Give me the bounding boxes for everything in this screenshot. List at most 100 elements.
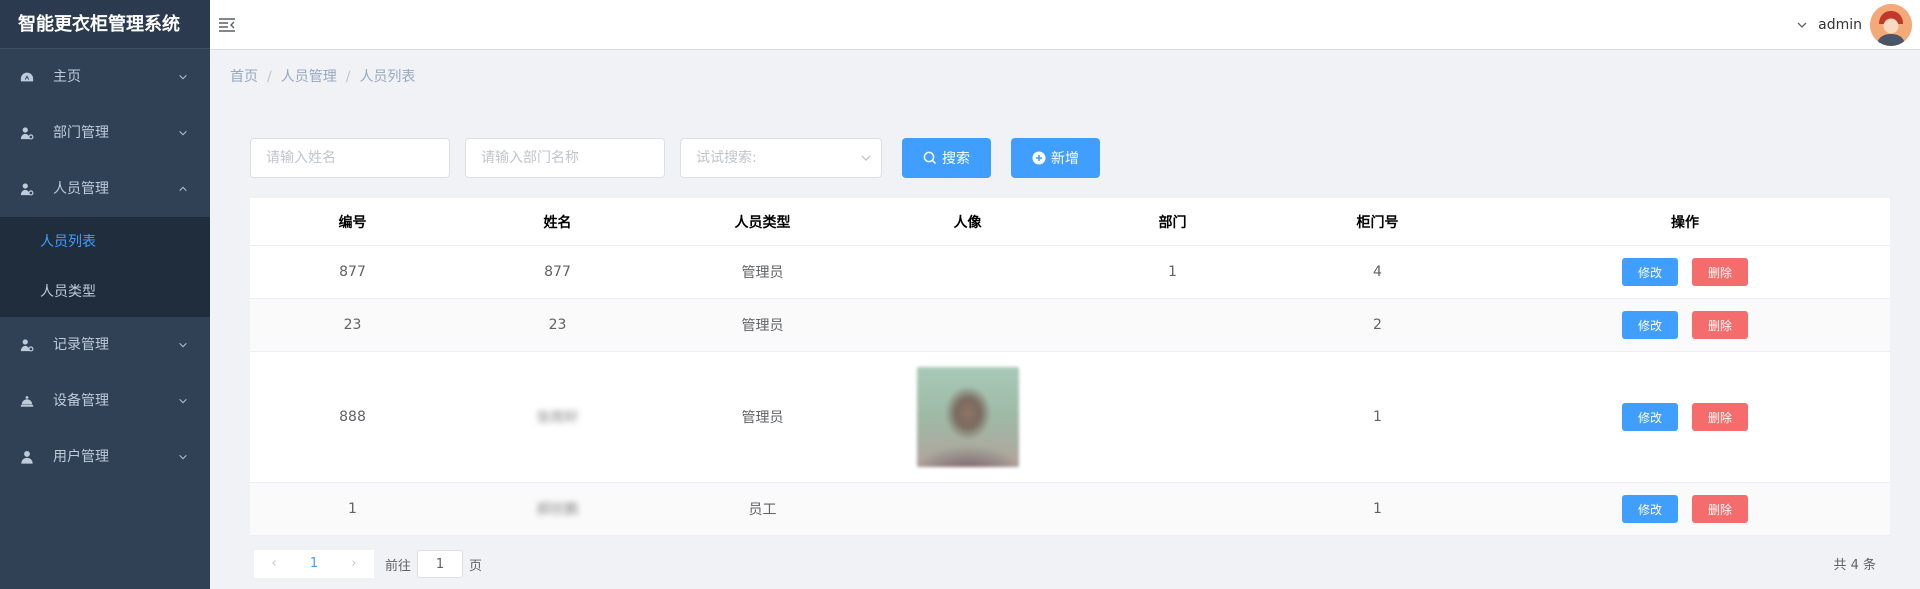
personnel-submenu: 人员列表 人员类型 (0, 217, 210, 317)
edit-button[interactable]: 修改 (1622, 258, 1678, 286)
total-count: 共 4 条 (1833, 558, 1876, 573)
prev-page-button[interactable]: ‹ (254, 550, 294, 578)
delete-button[interactable]: 删除 (1692, 495, 1748, 523)
add-button[interactable]: 新增 (1011, 138, 1100, 178)
table-row: 23 23 管理员 2 修改 删除 (250, 299, 1890, 352)
blurred-name: 张雨轩 (536, 410, 579, 426)
cell-name: 郝欣鹏 (455, 499, 660, 519)
username: admin (1818, 17, 1862, 33)
chevron-down-icon (179, 398, 187, 404)
blurred-name: 郝欣鹏 (536, 502, 579, 518)
user-menu[interactable]: admin (1796, 2, 1912, 48)
name-search-input[interactable] (250, 138, 450, 178)
sidebar-item-department[interactable]: 部门管理 (0, 105, 210, 161)
pager-box: ‹ 1 › (254, 550, 374, 578)
cell-locker: 2 (1373, 317, 1382, 333)
sidebar-item-personnel-list[interactable]: 人员列表 (0, 217, 210, 267)
cell-locker: 1 (1373, 501, 1382, 517)
delete-button[interactable]: 删除 (1692, 403, 1748, 431)
chevron-down-icon (179, 74, 187, 80)
cell-name: 877 (544, 264, 571, 280)
cell-id: 888 (339, 409, 366, 425)
goto-page-input[interactable] (417, 550, 464, 578)
goto-page: 前往 页 (385, 550, 482, 578)
personnel-table: 编号 姓名 人员类型 人像 部门 柜门号 操作 877 877 管理员 1 4 … (250, 198, 1890, 536)
cell-type: 员工 (748, 502, 777, 518)
filter-bar: 搜索 新增 (250, 138, 1890, 178)
add-button-label: 新增 (1051, 151, 1079, 167)
main-content: 搜索 新增 编号 姓名 人员类型 人像 部门 柜门号 操作 877 877 管理… (250, 138, 1890, 586)
next-page-button[interactable]: › (334, 550, 374, 578)
column-header: 姓名 (543, 214, 572, 231)
user-settings-icon (20, 339, 34, 352)
chevron-down-icon (1797, 22, 1807, 28)
delete-button[interactable]: 删除 (1692, 311, 1748, 339)
cell-id: 877 (339, 264, 366, 280)
sidebar-item-devices[interactable]: 设备管理 (0, 373, 210, 429)
column-header: 柜门号 (1356, 214, 1399, 231)
edit-button[interactable]: 修改 (1622, 495, 1678, 523)
search-select-input[interactable] (680, 138, 882, 178)
table-header: 编号 姓名 人员类型 人像 部门 柜门号 操作 (250, 198, 1890, 246)
chevron-down-icon (179, 130, 187, 136)
cell-actions: 修改 删除 (1480, 311, 1890, 339)
search-select[interactable] (680, 138, 882, 178)
sidebar-item-label: 部门管理 (53, 125, 109, 141)
edit-button[interactable]: 修改 (1622, 311, 1678, 339)
cell-actions: 修改 删除 (1480, 495, 1890, 523)
device-icon (20, 396, 34, 407)
cell-id: 23 (343, 317, 362, 333)
column-header: 人员类型 (734, 214, 791, 231)
cell-type: 管理员 (741, 318, 784, 334)
cell-actions: 修改 删除 (1480, 403, 1890, 431)
edit-button[interactable]: 修改 (1622, 403, 1678, 431)
sidebar-item-home[interactable]: 主页 (0, 49, 210, 105)
user-icon (21, 451, 33, 464)
user-settings-icon (20, 183, 34, 196)
delete-button[interactable]: 删除 (1692, 258, 1748, 286)
sidebar-item-label: 设备管理 (53, 393, 109, 409)
column-header: 操作 (1671, 214, 1699, 231)
sidebar: 智能更衣柜管理系统 主页 部门管理 人员管理 人员列表 人员类型 记录管理 设备… (0, 0, 210, 589)
table-row: 877 877 管理员 1 4 修改 删除 (250, 246, 1890, 299)
chevron-up-icon (179, 186, 187, 192)
sidebar-item-personnel[interactable]: 人员管理 (0, 161, 210, 217)
menu-fold-icon[interactable] (217, 15, 237, 35)
cell-name: 张雨轩 (455, 407, 660, 427)
topbar: admin (210, 0, 1920, 50)
sidebar-item-label: 主页 (53, 69, 81, 85)
sidebar-item-personnel-type[interactable]: 人员类型 (0, 267, 210, 317)
breadcrumb-current: 人员列表 (359, 69, 416, 85)
sidebar-item-label: 记录管理 (53, 337, 109, 353)
breadcrumb-home[interactable]: 首页 (230, 69, 258, 85)
search-button-label: 搜索 (942, 151, 970, 167)
table-row: 1 郝欣鹏 员工 1 修改 删除 (250, 483, 1890, 536)
pagination: ‹ 1 › 前往 页 共 4 条 (250, 536, 1890, 586)
breadcrumb-personnel[interactable]: 人员管理 (281, 69, 337, 85)
portrait-photo[interactable] (916, 367, 1019, 467)
sidebar-item-records[interactable]: 记录管理 (0, 317, 210, 373)
search-button[interactable]: 搜索 (902, 138, 991, 178)
cell-name: 23 (548, 317, 567, 333)
goto-suffix: 页 (469, 558, 483, 574)
goto-prefix: 前往 (385, 558, 412, 574)
table-row: 888 张雨轩 管理员 1 修改 删除 (250, 352, 1890, 483)
column-header: 编号 (338, 214, 367, 231)
cell-photo (865, 367, 1070, 467)
user-settings-icon (20, 127, 34, 140)
cell-type: 管理员 (741, 410, 784, 426)
cell-actions: 修改 删除 (1480, 258, 1890, 286)
cell-type: 管理员 (741, 265, 784, 281)
breadcrumb: 首页 / 人员管理 / 人员列表 (230, 69, 416, 85)
avatar[interactable] (1870, 4, 1912, 46)
chevron-down-icon (179, 342, 187, 348)
department-search-input[interactable] (465, 138, 665, 178)
cell-id: 1 (348, 501, 357, 517)
sidebar-item-users[interactable]: 用户管理 (0, 429, 210, 485)
column-header: 部门 (1158, 214, 1187, 231)
search-icon (923, 151, 937, 165)
page-number[interactable]: 1 (294, 550, 334, 578)
cell-department: 1 (1168, 264, 1177, 280)
dashboard-icon (20, 72, 34, 82)
sidebar-item-label: 人员管理 (53, 181, 109, 197)
